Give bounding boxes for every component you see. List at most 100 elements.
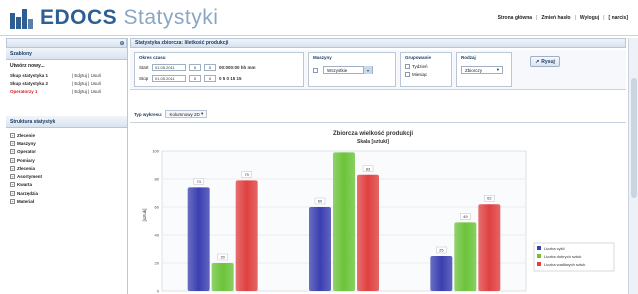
data-label: 62 bbox=[487, 196, 492, 201]
kind-label: Rodzaj bbox=[461, 55, 476, 60]
chart-type-row: Typ wykresu: Kolumnowy 2D ▾ bbox=[134, 110, 208, 118]
data-label: 25 bbox=[439, 248, 444, 253]
header: EDOCS Statystyki Strona główna | Zmień h… bbox=[0, 0, 638, 36]
data-label: 79 bbox=[244, 172, 249, 177]
chart-type-select[interactable]: Kolumnowy 2D ▾ bbox=[165, 110, 208, 118]
reports-panel-header: Szablony bbox=[6, 48, 127, 60]
kind-dropdown-icon[interactable]: ▾ bbox=[497, 67, 499, 73]
machines-group: Maszyny Wszystkie ▾ bbox=[308, 52, 396, 87]
expand-icon[interactable]: + bbox=[10, 132, 15, 138]
run-icon: ↗ bbox=[535, 58, 540, 65]
expand-icon[interactable]: + bbox=[10, 182, 15, 188]
start-hour-input[interactable]: 0 bbox=[189, 64, 201, 71]
tree-item[interactable]: + Operator bbox=[10, 148, 123, 156]
production-chart: Zbiorcza wielkość produkcji Skala [sztuk… bbox=[142, 131, 615, 294]
legend-label: Liczba cykli bbox=[544, 246, 565, 251]
report-name[interactable]: Skup statystyka 1 bbox=[10, 73, 72, 78]
bar bbox=[357, 174, 379, 291]
main-title: Statystyka zbiorcza: liletkość produkcji bbox=[130, 38, 626, 48]
nav-logout-link[interactable]: Wyloguj bbox=[580, 15, 599, 21]
tree-item[interactable]: + Materiał bbox=[10, 197, 123, 205]
bar bbox=[309, 207, 331, 291]
tree-item[interactable]: + Asortyment bbox=[10, 172, 123, 180]
legend-swatch bbox=[537, 262, 541, 266]
left-panel-topbar: ⊕ bbox=[6, 38, 127, 48]
kind-group: Rodzaj Zbiorczy ▾ bbox=[456, 52, 512, 87]
nav-home-link[interactable]: Strona główna bbox=[498, 15, 532, 21]
kind-select[interactable]: Zbiorczy ▾ bbox=[461, 66, 503, 74]
run-button[interactable]: ↗ Rysuj bbox=[530, 56, 560, 67]
nav-user-label: [ narcis] bbox=[608, 15, 628, 21]
month-label: Miesiąc bbox=[412, 72, 428, 77]
report-actions[interactable]: | Edytuj | Usuń bbox=[72, 81, 101, 86]
nav-separator: | bbox=[536, 15, 538, 21]
report-item: Skup statystyka 1 | Edytuj | Usuń bbox=[10, 73, 123, 78]
y-tick-label: 20 bbox=[155, 261, 160, 266]
tree-item[interactable]: + Pomiary bbox=[10, 156, 123, 164]
data-label: 74 bbox=[196, 179, 201, 184]
bar bbox=[211, 263, 234, 291]
tree-item[interactable]: + Zlecenie bbox=[10, 131, 123, 139]
logo-icon bbox=[10, 9, 33, 29]
bar bbox=[235, 180, 258, 291]
reports-list: Utwórz nowy... Skup statystyka 1 | Edytu… bbox=[6, 60, 127, 116]
nav-change-password-link[interactable]: Zmień hasło bbox=[541, 15, 570, 21]
legend-label: Liczba wadliwych sztuk bbox=[544, 262, 585, 267]
start-minute-input[interactable]: 0 bbox=[204, 64, 216, 71]
expand-icon[interactable]: + bbox=[10, 157, 15, 163]
tree-item[interactable]: + Maszyny bbox=[10, 139, 123, 147]
main-panel: Statystyka zbiorcza: liletkość produkcji… bbox=[130, 38, 626, 294]
expand-icon[interactable]: + bbox=[10, 149, 15, 155]
report-actions[interactable]: | Edytuj | Usuń bbox=[72, 89, 101, 94]
y-tick-label: 80 bbox=[155, 177, 160, 182]
machines-select[interactable]: Wszystkie ▾ bbox=[323, 66, 373, 74]
start-date-input[interactable]: 01.05.2011 bbox=[152, 64, 186, 71]
period-label: Okres czasu bbox=[139, 55, 166, 60]
report-name[interactable]: Skup statystyka 2 bbox=[10, 81, 72, 86]
bar bbox=[454, 222, 477, 291]
stop-row: Stop 01.05.2011 0 0 0 5 0 15 15 bbox=[139, 75, 299, 82]
machines-dropdown-icon[interactable]: ▾ bbox=[363, 66, 372, 74]
tree-item[interactable]: + Narzędzia bbox=[10, 189, 123, 197]
bar bbox=[430, 256, 453, 291]
data-label: 60 bbox=[318, 199, 323, 204]
week-label: Tydzień bbox=[412, 64, 428, 69]
time-hint-2: 0 5 0 15 15 bbox=[219, 76, 242, 81]
time-hint-1: 00:000:00 hh mm bbox=[219, 65, 256, 70]
expand-icon[interactable]: + bbox=[10, 140, 15, 146]
tree-item[interactable]: + Zlecenia bbox=[10, 164, 123, 172]
tree-item[interactable]: + Kwarta bbox=[10, 181, 123, 189]
app-window: EDOCS Statystyki Strona główna | Zmień h… bbox=[0, 0, 638, 294]
scrollbar-thumb[interactable] bbox=[631, 78, 637, 198]
data-label: 20 bbox=[220, 255, 225, 260]
stop-hour-input[interactable]: 0 bbox=[189, 75, 201, 82]
chart-legend: Liczba cykli Liczba dobrych sztuk Liczba w… bbox=[533, 242, 615, 272]
top-nav: Strona główna | Zmień hasło | Wyloguj | … bbox=[498, 15, 628, 21]
expand-icon[interactable]: + bbox=[10, 174, 15, 180]
stop-minute-input[interactable]: 0 bbox=[204, 75, 216, 82]
expand-icon[interactable]: + bbox=[10, 165, 15, 171]
chart-subtitle: Skala [sztuki] bbox=[357, 139, 389, 145]
month-checkbox[interactable] bbox=[405, 72, 410, 77]
new-report-link[interactable]: Utwórz nowy... bbox=[10, 63, 123, 69]
legend-swatch bbox=[537, 246, 541, 250]
chart-frame: Zbiorcza wielkość produkcji Skala [sztuk… bbox=[130, 122, 626, 294]
nav-separator: | bbox=[603, 15, 605, 21]
legend-swatch bbox=[537, 254, 541, 258]
collapse-panel-icon[interactable]: ⊕ bbox=[118, 40, 126, 47]
week-checkbox[interactable] bbox=[405, 64, 410, 69]
machines-label: Maszyny bbox=[313, 55, 332, 60]
report-name-active[interactable]: Operatorzy 1 bbox=[10, 89, 72, 94]
stop-label: Stop bbox=[139, 76, 149, 81]
expand-icon[interactable]: + bbox=[10, 199, 15, 205]
y-tick-label: 40 bbox=[155, 233, 160, 238]
machines-checkbox[interactable] bbox=[313, 67, 318, 73]
page-scrollbar[interactable] bbox=[628, 38, 638, 294]
data-label: 49 bbox=[463, 214, 468, 219]
y-tick-label: 100 bbox=[152, 149, 159, 154]
app-title-strong: EDOCS bbox=[40, 6, 118, 29]
stop-date-input[interactable]: 01.05.2011 bbox=[152, 75, 186, 82]
expand-icon[interactable]: + bbox=[10, 190, 15, 196]
data-label: 83 bbox=[366, 166, 371, 171]
report-actions[interactable]: | Edytuj | Usuń bbox=[72, 73, 101, 78]
